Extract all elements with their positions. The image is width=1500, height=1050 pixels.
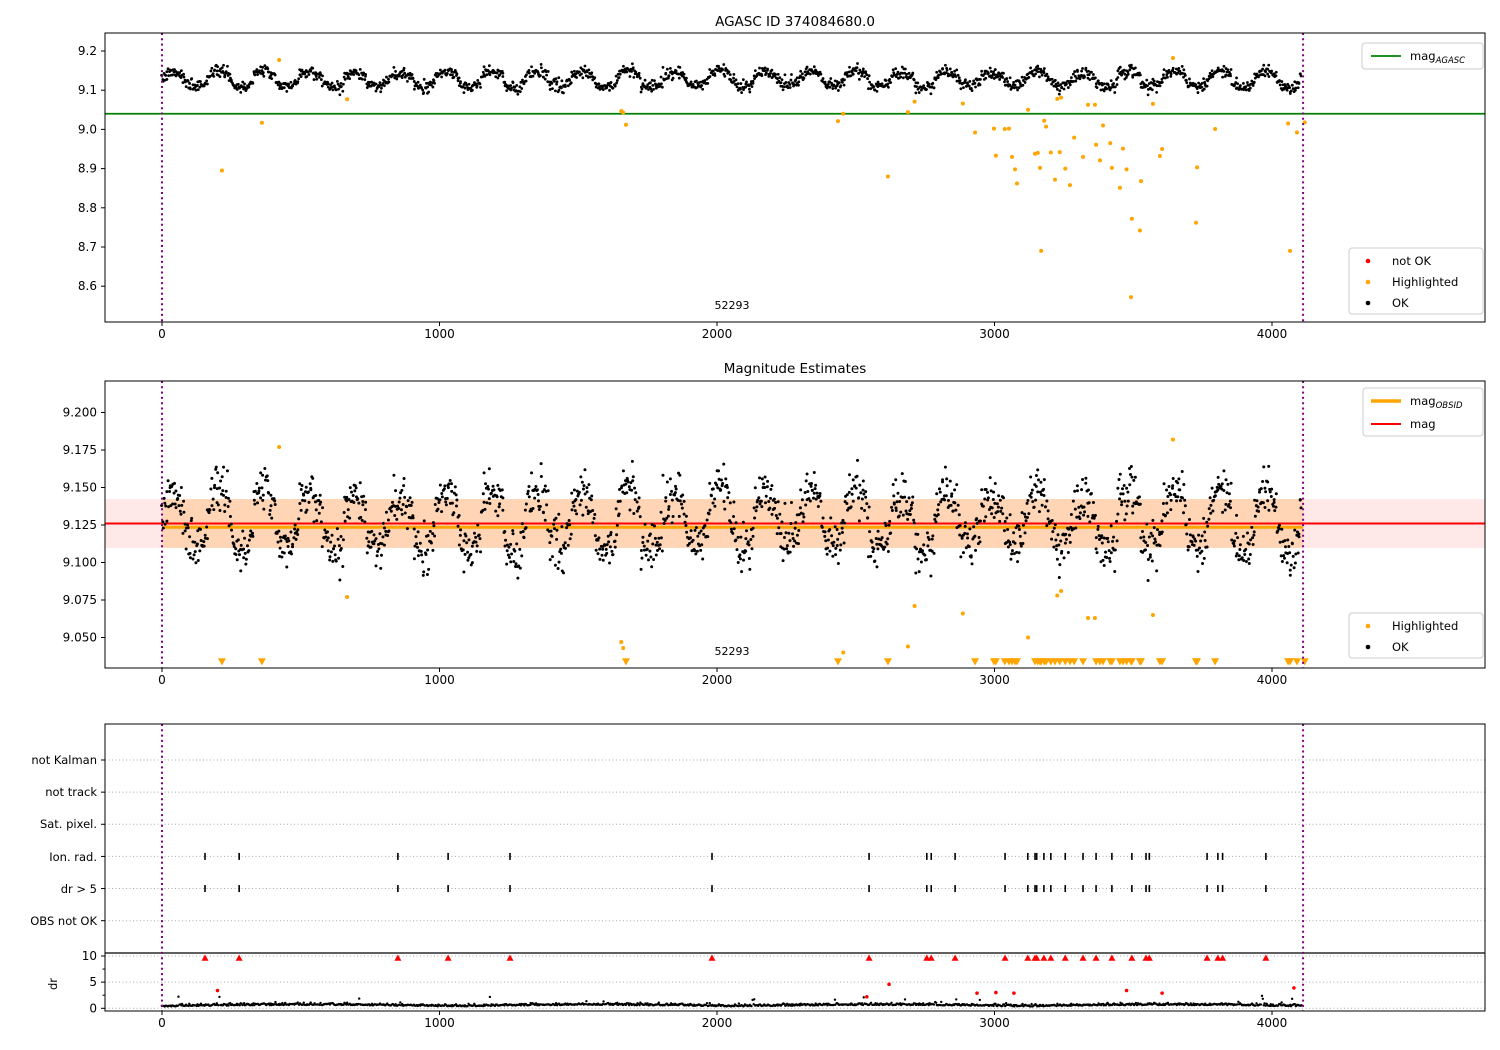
dr-axis-label: dr	[46, 978, 60, 990]
ok-dot-swatch	[1365, 300, 1371, 306]
flag-label-ion-rad: Ion. rad.	[49, 850, 97, 864]
bottom-flag-markers-layer	[204, 852, 1267, 893]
bottom-axes-layer: 0 1000 2000 3000 40001050	[82, 723, 1486, 1030]
legend-label-not-ok: not OK	[1392, 254, 1432, 268]
legend-label-mag: mag	[1410, 417, 1436, 431]
bottom-dr-outliers-layer	[201, 954, 1296, 999]
svg-text:3000: 3000	[979, 327, 1010, 341]
legend-label-ok: OK	[1392, 296, 1409, 310]
bottom-grid-layer	[105, 759, 1485, 1009]
top-plot-title: AGASC ID 374084680.0	[715, 14, 875, 30]
bottom-flag-row-labels: not Kalman not track Sat. pixel. Ion. ra…	[30, 753, 97, 928]
highlighted-dot-swatch	[1365, 623, 1371, 629]
legend-mag-agasc: magAGASC	[1361, 42, 1484, 70]
obsid-annotation-mid: 52293	[715, 645, 750, 658]
svg-text:9.2: 9.2	[78, 44, 97, 58]
svg-text:8.6: 8.6	[78, 279, 97, 293]
svg-text:9.0: 9.0	[78, 122, 97, 136]
obsid-annotation-top: 52293	[715, 299, 750, 312]
svg-text:0: 0	[158, 327, 166, 341]
ok-dot-swatch	[1365, 644, 1371, 650]
svg-text:8.7: 8.7	[78, 240, 97, 254]
legend-mid-lines: magOBSID mag	[1362, 387, 1484, 437]
flag-label-sat-pixel: Sat. pixel.	[40, 817, 97, 831]
svg-text:1000: 1000	[424, 327, 455, 341]
flag-label-obs-not-ok: OBS not OK	[30, 914, 97, 928]
svg-text:2000: 2000	[702, 673, 733, 687]
legend-label-highlighted: Highlighted	[1392, 619, 1458, 633]
not-ok-dot-swatch	[1365, 258, 1371, 264]
plots-canvas: 0 1000 2000 3000 4000 9.2 9.1 9.0 8.9 8.8 8.7 8.6 0…	[30, 14, 1486, 1030]
mid-plot-title: Magnitude Estimates	[724, 361, 866, 377]
svg-text:8.8: 8.8	[78, 201, 97, 215]
legend-label-ok: OK	[1392, 640, 1409, 654]
svg-text:8.9: 8.9	[78, 162, 97, 176]
top-ok-scatter-layer	[160, 62, 1303, 97]
flag-label-not-track: not track	[45, 785, 97, 799]
legend-label-highlighted: Highlighted	[1392, 275, 1458, 289]
legend-mid-point-classes: Highlighted OK	[1348, 612, 1484, 659]
figure: 0 1000 2000 3000 4000 9.2 9.1 9.0 8.9 8.8 8.7 8.6 0…	[0, 0, 1500, 1050]
legend-top-point-classes: not OK Highlighted OK	[1348, 247, 1484, 315]
top-highlighted-scatter-layer	[219, 56, 1307, 300]
highlighted-dot-swatch	[1365, 279, 1371, 285]
bottom-dr-trace-layer	[160, 994, 1303, 1008]
svg-text:9.1: 9.1	[78, 83, 97, 97]
svg-text:0: 0	[158, 673, 166, 687]
flag-label-dr-gt-5: dr > 5	[61, 882, 97, 896]
svg-text:4000: 4000	[1257, 327, 1288, 341]
svg-text:1000: 1000	[424, 673, 455, 687]
flag-label-not-kalman: not Kalman	[31, 753, 97, 767]
svg-text:2000: 2000	[702, 327, 733, 341]
